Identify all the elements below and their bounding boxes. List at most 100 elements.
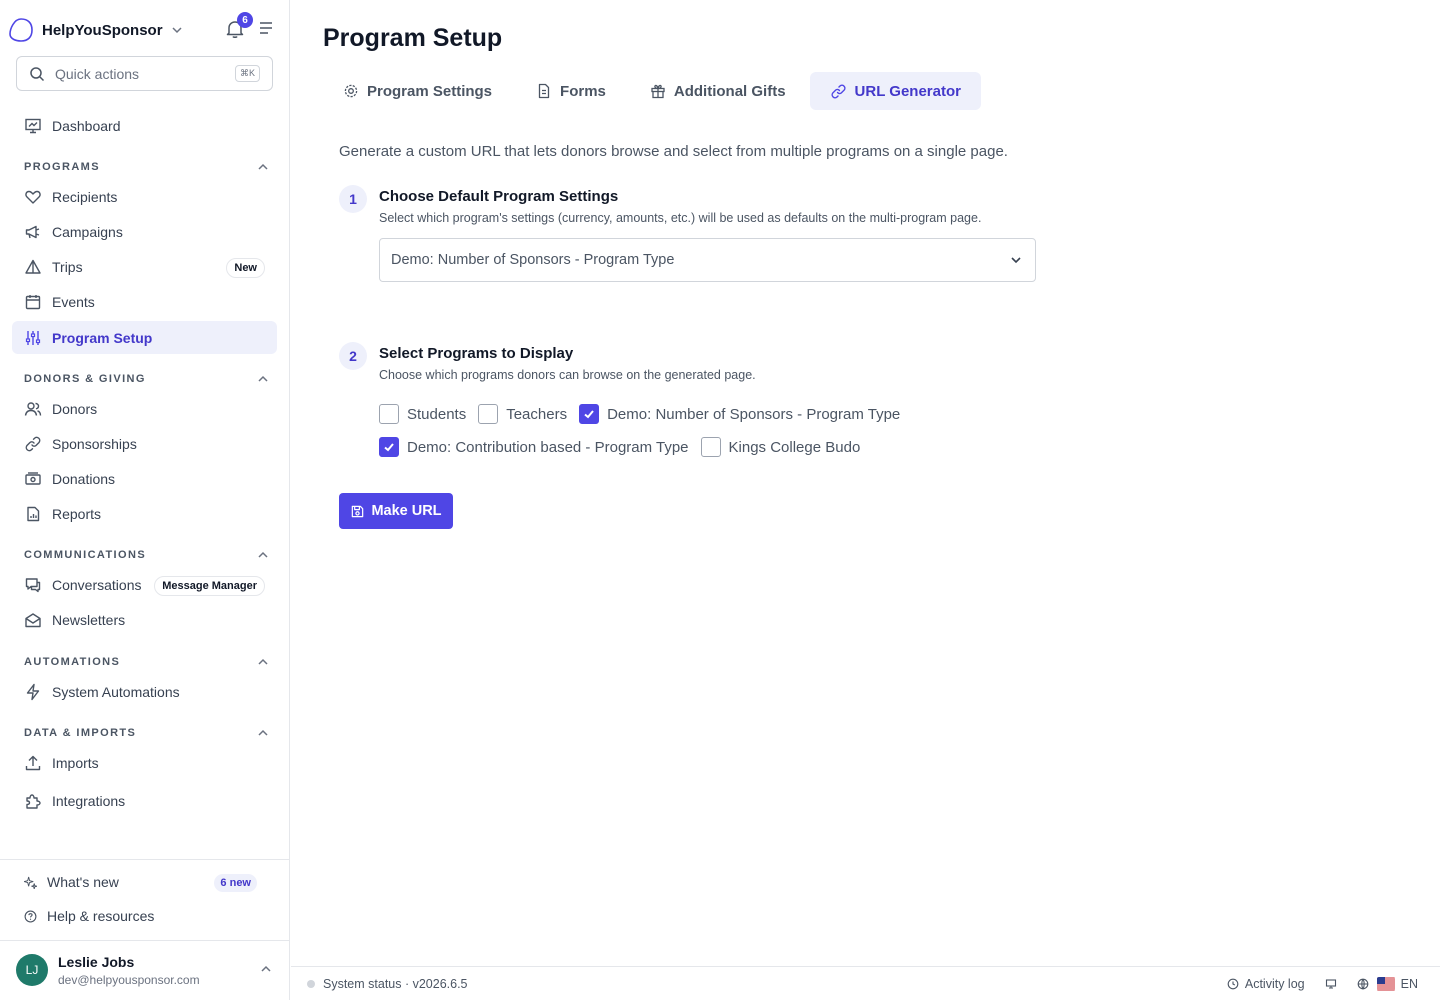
section-communications[interactable]: COMMUNICATIONS bbox=[24, 547, 269, 563]
sidebar-item-label: Trips bbox=[52, 258, 83, 275]
status-bar-actions: Activity log EN bbox=[1207, 967, 1418, 1000]
whats-new-link[interactable]: What's new 6 new bbox=[24, 870, 269, 894]
message-manager-badge: Message Manager bbox=[154, 576, 265, 596]
brand-logo-icon bbox=[8, 17, 34, 43]
bolt-icon bbox=[24, 683, 42, 701]
checkbox[interactable] bbox=[700, 437, 721, 457]
gear-icon bbox=[343, 83, 359, 99]
section-title: PROGRAMS bbox=[24, 161, 100, 173]
main-content: Program Setup Program Settings Forms Add… bbox=[291, 0, 1440, 966]
users-icon bbox=[24, 400, 42, 418]
sidebar-item-imports[interactable]: Imports bbox=[12, 746, 277, 779]
link-icon bbox=[24, 435, 42, 453]
chevron-up-icon bbox=[260, 963, 272, 975]
program-checkbox-row: Demo: Contribution based - Program Type … bbox=[379, 436, 872, 458]
program-checkbox-contribution-based[interactable]: Demo: Contribution based - Program Type bbox=[379, 437, 689, 457]
chevron-up-icon bbox=[257, 727, 269, 739]
system-status[interactable]: System status · v2026.6.5 bbox=[323, 977, 468, 991]
monitor-icon[interactable] bbox=[1325, 978, 1337, 990]
chevron-up-icon bbox=[257, 549, 269, 561]
report-icon bbox=[24, 505, 42, 523]
make-url-button[interactable]: Make URL bbox=[339, 493, 453, 529]
sidebar-item-sponsorships[interactable]: Sponsorships bbox=[12, 427, 277, 460]
check-icon bbox=[584, 410, 594, 419]
sidebar-item-label: Events bbox=[52, 293, 95, 310]
check-icon bbox=[384, 443, 394, 452]
activity-log-link[interactable]: Activity log bbox=[1227, 977, 1305, 991]
chart-icon bbox=[24, 117, 42, 135]
menu-collapse-icon[interactable] bbox=[258, 20, 274, 36]
program-checkbox-kings-college-budo[interactable]: Kings College Budo bbox=[700, 437, 861, 457]
sidebar-item-integrations[interactable]: Integrations bbox=[12, 784, 277, 817]
step-number: 1 bbox=[339, 185, 367, 213]
section-donors-giving[interactable]: DONORS & GIVING bbox=[24, 371, 269, 387]
checkbox-label: Teachers bbox=[506, 405, 568, 423]
globe-icon[interactable] bbox=[1357, 978, 1369, 990]
link-icon bbox=[830, 83, 847, 100]
checkbox[interactable] bbox=[579, 404, 600, 424]
step-title: Select Programs to Display bbox=[379, 345, 574, 362]
step-title: Choose Default Program Settings bbox=[379, 188, 619, 205]
step-description: Select which program's settings (currenc… bbox=[379, 211, 982, 225]
sidebar-item-program-setup[interactable]: Program Setup bbox=[12, 321, 277, 354]
program-checkbox-number-of-sponsors[interactable]: Demo: Number of Sponsors - Program Type bbox=[579, 404, 900, 424]
sidebar-item-recipients[interactable]: Recipients bbox=[12, 180, 277, 213]
step-description: Choose which programs donors can browse … bbox=[379, 368, 756, 382]
chevron-up-icon bbox=[257, 161, 269, 173]
save-icon bbox=[352, 505, 364, 517]
user-name: Leslie Jobs bbox=[58, 953, 135, 970]
sidebar-item-events[interactable]: Events bbox=[12, 285, 277, 318]
sidebar-item-conversations[interactable]: Conversations Message Manager bbox=[12, 568, 277, 601]
sidebar-divider bbox=[0, 859, 290, 860]
sidebar-item-label: Integrations bbox=[52, 792, 126, 809]
sidebar-item-label: Campaigns bbox=[52, 223, 123, 240]
avatar: LJ bbox=[16, 954, 48, 986]
brand-switcher[interactable]: HelpYouSponsor bbox=[8, 14, 183, 46]
user-menu[interactable]: LJ Leslie Jobs dev@helpyousponsor.com bbox=[16, 953, 276, 987]
chevron-up-icon bbox=[257, 656, 269, 668]
checkbox[interactable] bbox=[478, 404, 499, 424]
search-icon bbox=[29, 66, 45, 82]
document-icon bbox=[536, 83, 552, 99]
checkbox[interactable] bbox=[379, 404, 399, 424]
tab-url-generator[interactable]: URL Generator bbox=[809, 72, 981, 110]
checkbox-label: Kings College Budo bbox=[728, 438, 861, 456]
tab-additional-gifts[interactable]: Additional Gifts bbox=[630, 72, 806, 110]
help-label: Help & resources bbox=[47, 908, 155, 924]
sidebar-item-donations[interactable]: Donations bbox=[12, 462, 277, 495]
checkbox-label: Demo: Number of Sponsors - Program Type bbox=[607, 405, 901, 423]
brand-name: HelpYouSponsor bbox=[42, 21, 163, 39]
quick-actions-search[interactable]: Quick actions ⌘K bbox=[16, 56, 273, 91]
language-selector[interactable]: EN bbox=[1376, 977, 1418, 991]
sidebar-item-system-automations[interactable]: System Automations bbox=[12, 675, 277, 708]
sidebar-item-campaigns[interactable]: Campaigns bbox=[12, 215, 277, 248]
gift-icon bbox=[650, 83, 666, 99]
sidebar-item-trips[interactable]: Trips New bbox=[12, 250, 277, 283]
tab-forms[interactable]: Forms bbox=[516, 72, 626, 110]
megaphone-icon bbox=[24, 223, 42, 241]
checkbox-label: Students bbox=[407, 405, 467, 423]
search-placeholder: Quick actions bbox=[55, 65, 140, 82]
tab-label: Program Settings bbox=[367, 82, 493, 100]
puzzle-icon bbox=[24, 792, 42, 810]
tab-program-settings[interactable]: Program Settings bbox=[323, 72, 512, 110]
checkbox[interactable] bbox=[379, 437, 399, 457]
default-program-select[interactable]: Demo: Number of Sponsors - Program Type bbox=[379, 238, 1036, 282]
sidebar-item-newsletters[interactable]: Newsletters bbox=[12, 603, 277, 636]
upload-icon bbox=[24, 754, 42, 772]
status-dot bbox=[307, 979, 315, 988]
chat-icon bbox=[24, 576, 42, 594]
sidebar-item-label: Sponsorships bbox=[52, 435, 137, 452]
whats-new-label: What's new bbox=[47, 874, 119, 890]
section-data-imports[interactable]: DATA & IMPORTS bbox=[24, 725, 269, 741]
section-title: COMMUNICATIONS bbox=[24, 549, 147, 561]
section-automations[interactable]: AUTOMATIONS bbox=[24, 654, 269, 670]
sidebar-item-reports[interactable]: Reports bbox=[12, 497, 277, 530]
sidebar-item-dashboard[interactable]: Dashboard bbox=[12, 109, 277, 142]
program-checkbox-teachers[interactable]: Teachers bbox=[478, 404, 567, 424]
sidebar-item-label: Newsletters bbox=[52, 611, 126, 628]
section-programs[interactable]: PROGRAMS bbox=[24, 159, 269, 175]
sidebar-item-donors[interactable]: Donors bbox=[12, 392, 277, 425]
program-checkbox-students[interactable]: Students bbox=[379, 404, 466, 424]
help-resources-link[interactable]: Help & resources bbox=[24, 904, 269, 928]
